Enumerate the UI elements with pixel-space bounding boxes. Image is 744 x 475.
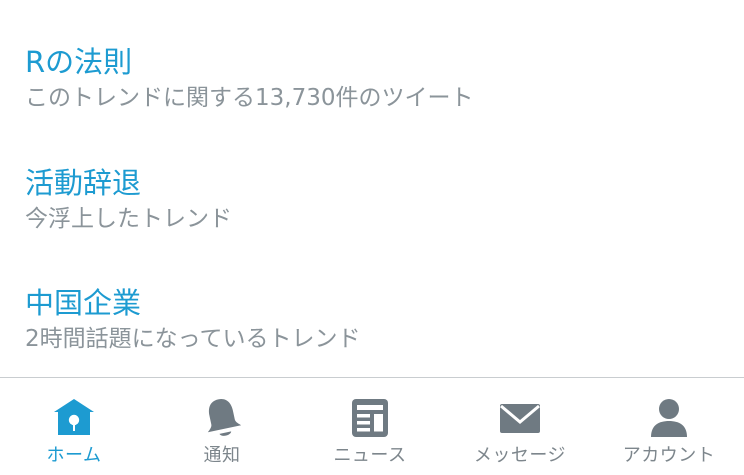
trend-meta: 今浮上したトレンド	[25, 206, 232, 232]
explore-screen: Rの法則 このトレンドに関する13,730件のツイート 活動辞退 今浮上したトレ…	[0, 0, 744, 475]
tab-account[interactable]: アカウント	[595, 378, 743, 475]
tab-messages[interactable]: メッセージ	[446, 378, 594, 475]
trend-list: Rの法則 このトレンドに関する13,730件のツイート 活動辞退 今浮上したトレ…	[0, 0, 744, 377]
trend-meta: このトレンドに関する13,730件のツイート	[25, 85, 474, 111]
trend-title: Rの法則	[25, 45, 133, 79]
person-icon	[651, 399, 687, 437]
tab-notifications[interactable]: 通知	[148, 378, 296, 475]
trend-item[interactable]: Rの法則 このトレンドに関する13,730件のツイート	[25, 42, 725, 114]
tab-label: ホーム	[46, 445, 102, 466]
trend-item[interactable]: 活動辞退 今浮上したトレンド	[25, 163, 725, 235]
tab-label: アカウント	[622, 445, 716, 466]
trend-meta: 2時間話題になっているトレンド	[25, 326, 361, 352]
tab-label: 通知	[203, 445, 241, 466]
trend-title: 中国企業	[25, 286, 142, 320]
home-icon	[54, 399, 94, 435]
tab-home[interactable]: ホーム	[0, 378, 148, 475]
tab-news[interactable]: ニュース	[296, 378, 444, 475]
envelope-icon	[500, 404, 540, 433]
tab-label: ニュース	[333, 445, 407, 466]
news-icon	[352, 399, 388, 437]
bell-icon	[207, 399, 242, 436]
trend-item[interactable]: 中国企業 2時間話題になっているトレンド	[25, 283, 725, 355]
tab-label: メッセージ	[473, 445, 567, 466]
trend-title: 活動辞退	[25, 166, 142, 200]
bottom-tab-bar: ホーム 通知 ニュース メッセージ アカウント	[0, 377, 744, 475]
